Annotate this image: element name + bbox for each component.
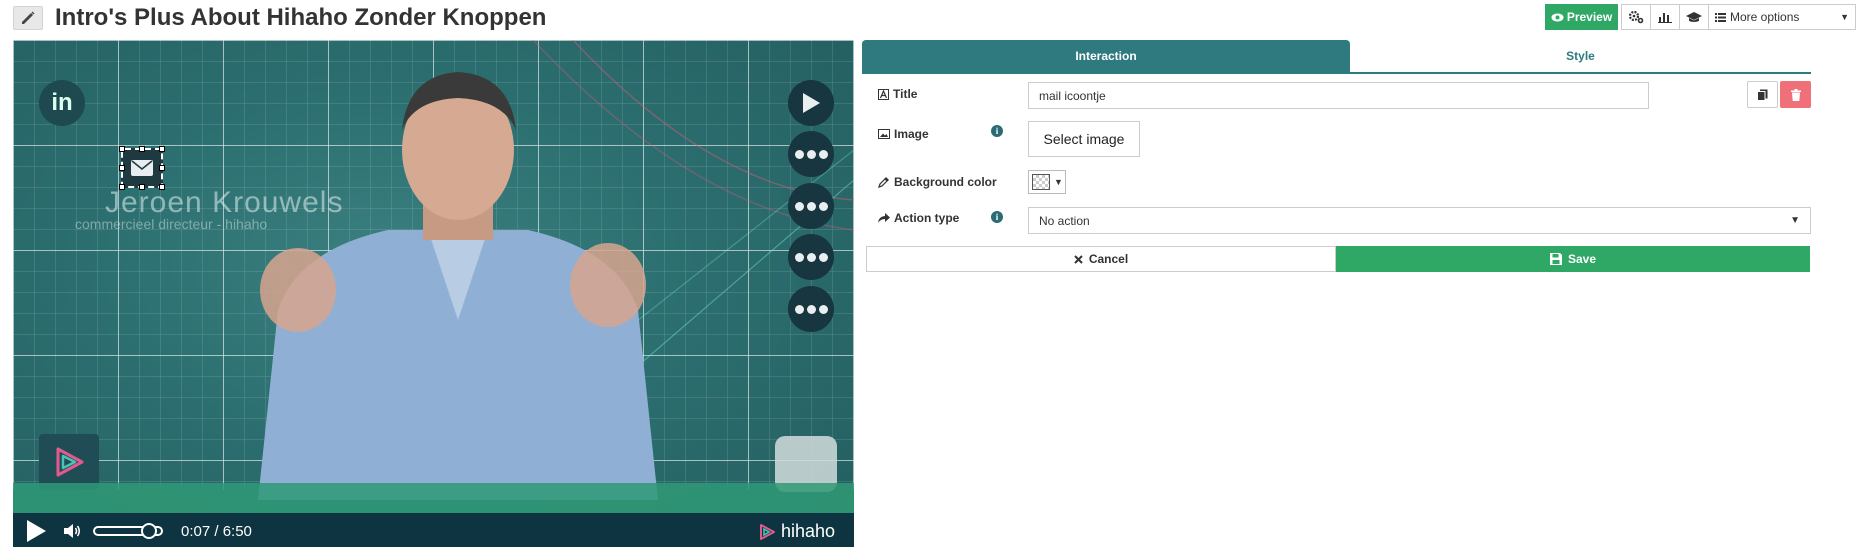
hihaho-logo-icon xyxy=(56,447,84,477)
more-icon xyxy=(794,252,828,262)
more-hotspot[interactable] xyxy=(788,183,834,229)
action-type-label: Action type xyxy=(894,211,960,225)
action-type-row: Action type xyxy=(878,211,959,225)
more-hotspot[interactable] xyxy=(788,131,834,177)
chevron-down-icon: ▼ xyxy=(1054,177,1063,187)
presenter xyxy=(258,72,658,500)
chapter-band xyxy=(13,483,854,513)
resize-handle[interactable] xyxy=(119,146,125,152)
more-icon xyxy=(794,149,828,159)
action-type-select[interactable]: No action ▼ xyxy=(1028,207,1811,234)
background-color-label: Background color xyxy=(894,175,997,189)
presenter-role-overlay: commercieel directeur - hihaho xyxy=(75,216,268,232)
title-input[interactable]: mail icoontje xyxy=(1028,82,1649,109)
hihaho-logo-icon xyxy=(760,523,775,540)
action-type-value: No action xyxy=(1039,213,1090,228)
top-toolbar: Preview More options ▼ xyxy=(1545,4,1856,30)
academy-button[interactable] xyxy=(1679,4,1709,30)
transparent-swatch xyxy=(1032,174,1050,190)
copy-icon xyxy=(1757,89,1768,101)
image-icon xyxy=(878,129,890,139)
eye-icon xyxy=(1551,13,1564,21)
play-icon[interactable] xyxy=(25,519,47,543)
resize-handle[interactable] xyxy=(159,165,165,171)
resize-handle[interactable] xyxy=(119,165,125,171)
more-icon xyxy=(794,304,828,314)
duplicate-button[interactable] xyxy=(1747,81,1778,108)
floppy-icon xyxy=(1549,253,1562,265)
stats-icon xyxy=(1658,13,1672,23)
title-row: Title xyxy=(878,87,917,101)
volume-icon[interactable] xyxy=(63,523,81,539)
close-icon xyxy=(1074,254,1083,264)
background-color-row: Background color xyxy=(878,175,997,189)
title-label: Title xyxy=(893,87,918,101)
more-hotspot[interactable] xyxy=(788,286,834,332)
academy-icon xyxy=(1686,12,1702,22)
cancel-button[interactable]: Cancel xyxy=(866,246,1336,272)
tab-style[interactable]: Style xyxy=(1350,40,1811,72)
mail-icon xyxy=(131,160,153,176)
play-hotspot[interactable] xyxy=(788,80,834,126)
preview-button[interactable]: Preview xyxy=(1545,4,1618,30)
list-icon xyxy=(1715,13,1726,22)
hihaho-logo-tile[interactable] xyxy=(39,434,99,490)
share-arrow-icon xyxy=(878,213,890,223)
info-icon[interactable]: i xyxy=(991,211,1003,223)
settings-button[interactable] xyxy=(1621,4,1651,30)
image-row: Image xyxy=(878,127,929,141)
resize-handle[interactable] xyxy=(159,146,165,152)
save-button[interactable]: Save xyxy=(1336,246,1810,272)
pencil-icon[interactable] xyxy=(13,6,43,30)
mail-hotspot[interactable] xyxy=(119,146,165,190)
info-icon[interactable]: i xyxy=(991,125,1003,137)
video-player[interactable]: in Jeroen Krouwels commercieel directeur… xyxy=(13,40,854,547)
select-image-button[interactable]: Select image xyxy=(1028,121,1140,157)
text-icon xyxy=(878,88,889,100)
panel-tabs: Interaction Style xyxy=(862,40,1811,74)
delete-button[interactable] xyxy=(1780,81,1811,108)
background-color-picker[interactable]: ▼ xyxy=(1028,170,1066,194)
tab-interaction[interactable]: Interaction xyxy=(862,40,1350,72)
more-icon xyxy=(794,201,828,211)
hihaho-brand[interactable]: hihaho xyxy=(758,521,835,542)
more-options-select[interactable]: More options ▼ xyxy=(1708,4,1856,30)
trash-icon xyxy=(1790,88,1801,101)
volume-knob[interactable] xyxy=(141,523,157,539)
linkedin-icon[interactable]: in xyxy=(39,80,85,126)
chevron-down-icon: ▼ xyxy=(1840,12,1849,22)
chevron-down-icon: ▼ xyxy=(1790,215,1800,226)
page-title: Intro's Plus About Hihaho Zonder Knoppen xyxy=(55,4,547,31)
more-hotspot[interactable] xyxy=(788,234,834,280)
eyedropper-icon xyxy=(878,177,889,188)
image-label: Image xyxy=(894,127,929,141)
settings-icon xyxy=(1628,10,1644,24)
resize-handle[interactable] xyxy=(139,146,145,152)
play-icon xyxy=(803,93,820,113)
presenter-name-overlay: Jeroen Krouwels xyxy=(105,186,344,219)
stats-button[interactable] xyxy=(1650,4,1680,30)
time-display: 0:07 / 6:50 xyxy=(181,523,252,540)
video-controls: 0:07 / 6:50 hihaho xyxy=(13,513,854,547)
